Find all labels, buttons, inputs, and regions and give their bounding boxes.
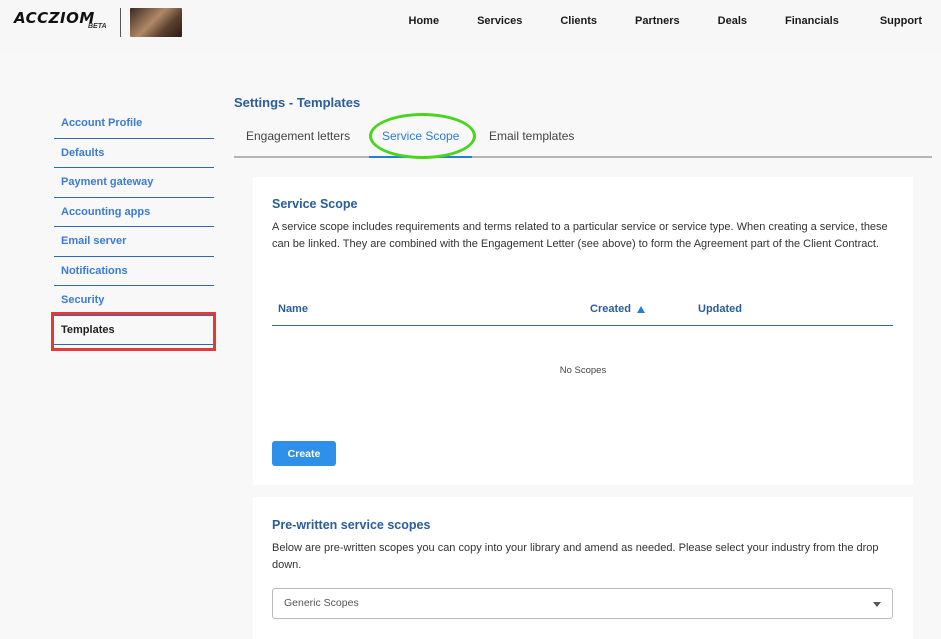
logo-beta-badge: BETA (88, 23, 107, 30)
nav-services[interactable]: Services (477, 15, 522, 27)
logo[interactable]: ACCZIOM BETA (14, 9, 107, 30)
tab-email-templates[interactable]: Email templates (489, 122, 574, 156)
nav-clients[interactable]: Clients (560, 15, 597, 27)
industry-select-value: Generic Scopes (284, 597, 359, 609)
create-button[interactable]: Create (272, 441, 336, 466)
sort-ascending-icon (636, 306, 645, 313)
prewritten-description: Below are pre-written scopes you can cop… (272, 542, 879, 572)
service-scope-title: Service Scope (272, 197, 358, 211)
annotation-red-box (51, 312, 216, 351)
service-scope-description: A service scope includes requirements an… (272, 221, 888, 251)
column-header-created[interactable]: Created (590, 303, 645, 315)
annotation-green-ellipse (369, 113, 476, 159)
logo-divider (120, 8, 121, 37)
industry-select[interactable]: Generic Scopes (272, 588, 893, 619)
sidebar-item-defaults[interactable]: Defaults (54, 139, 214, 168)
sidebar-item-email-server[interactable]: Email server (54, 227, 214, 257)
nav-support[interactable]: Support (880, 15, 922, 27)
main-nav: Home Services Clients Partners Deals Fin… (409, 15, 941, 27)
column-header-created-label: Created (590, 303, 631, 315)
logo-text: ACCZIOM (14, 9, 95, 27)
prewritten-title: Pre-written service scopes (272, 518, 431, 532)
service-scope-card: Service Scope A service scope includes r… (253, 177, 913, 485)
sidebar-item-notifications[interactable]: Notifications (54, 257, 214, 286)
logo-image (130, 8, 182, 37)
sidebar-item-accounting-apps[interactable]: Accounting apps (54, 198, 214, 227)
sidebar-item-payment-gateway[interactable]: Payment gateway (54, 168, 214, 198)
scope-table-header: Name Created Updated (272, 299, 893, 326)
sidebar-item-account-profile[interactable]: Account Profile (54, 109, 214, 139)
nav-financials[interactable]: Financials (785, 15, 839, 27)
settings-sidebar: Account Profile Defaults Payment gateway… (54, 109, 214, 345)
empty-table-message: No Scopes (559, 365, 607, 376)
tab-engagement-letters[interactable]: Engagement letters (246, 122, 350, 156)
nav-partners[interactable]: Partners (635, 15, 680, 27)
column-header-updated[interactable]: Updated (698, 303, 742, 315)
nav-home[interactable]: Home (409, 15, 440, 27)
top-header: ACCZIOM BETA Home Services Clients Partn… (0, 0, 941, 52)
template-tabs: Engagement letters Service Scope Email t… (234, 122, 932, 158)
column-header-name[interactable]: Name (278, 303, 308, 315)
nav-deals[interactable]: Deals (718, 15, 747, 27)
prewritten-scopes-card: Pre-written service scopes Below are pre… (253, 497, 913, 639)
page-title: Settings - Templates (234, 95, 361, 110)
chevron-down-icon (873, 602, 881, 607)
